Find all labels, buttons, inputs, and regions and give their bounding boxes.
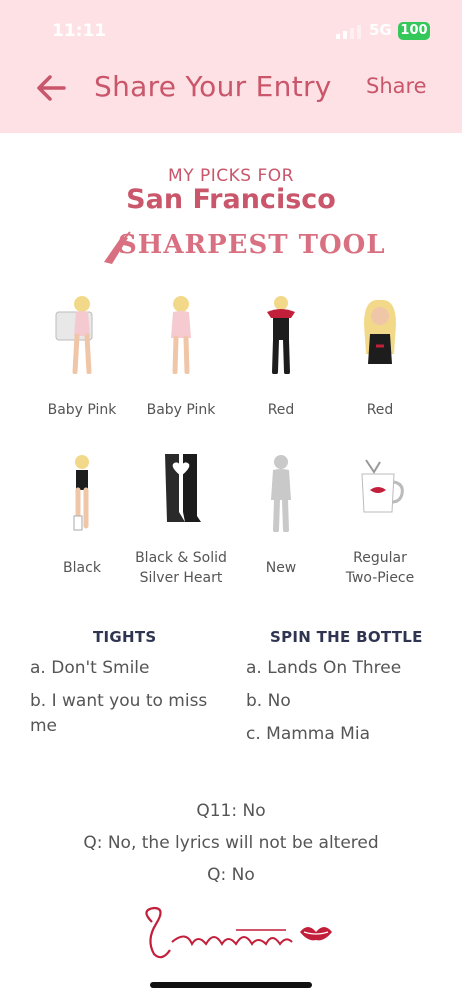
spin-the-bottle-answer: a. Lands On Three [246, 658, 402, 678]
lyrics-answer: Q: No, the lyrics will not be altered [83, 833, 379, 853]
pick-label: Black [63, 560, 101, 576]
back-arrow-icon[interactable] [34, 70, 70, 106]
battery-icon: 100 [398, 22, 430, 40]
sabrinalert-signature-logo [145, 906, 332, 959]
picks-city: San Francisco [126, 184, 336, 215]
outfit-red-image [267, 296, 295, 374]
last-answer: Q: No [207, 865, 255, 885]
home-indicator[interactable] [150, 982, 312, 988]
spin-the-bottle-answer: c. Mamma Mia [246, 724, 370, 744]
outfit-black-image [73, 455, 89, 531]
pick-label: Red [267, 402, 295, 418]
tour-logo-text: SHARPEST TOOL [118, 230, 386, 260]
tights-answer: b. I want you to miss me [30, 691, 208, 736]
tights-heading: TIGHTS [93, 628, 157, 646]
spin-the-bottle-heading: SPIN THE BOTTLE [270, 628, 423, 646]
pick-label: Black & Solid Silver Heart [135, 550, 227, 586]
outfit-mug-image [361, 459, 404, 513]
pick-label: Regular Two-Piece [345, 550, 415, 586]
q11-answer: Q11: No [196, 801, 266, 821]
outfit-new-placeholder-image [271, 455, 291, 532]
outfit-baby-pink-image [55, 296, 93, 374]
spin-the-bottle-answer: b. No [246, 691, 291, 711]
outfit-boots-image [165, 454, 201, 522]
app-header: 11:11 5G 100 Share Your Entry Share [0, 0, 462, 133]
pick-label: New [265, 560, 297, 576]
signal-icon [336, 25, 361, 39]
pick-label: Red [366, 402, 394, 418]
network-label: 5G [369, 21, 392, 39]
outfit-baby-pink-image [171, 296, 191, 374]
page-title: Share Your Entry [94, 70, 332, 103]
outfit-red-image [364, 299, 396, 364]
pick-label: Baby Pink [146, 402, 216, 418]
tights-answer: a. Don't Smile [30, 658, 150, 678]
status-time: 11:11 [52, 21, 107, 41]
status-bar: 11:11 5G 100 [0, 18, 462, 44]
share-button[interactable]: Share [366, 74, 427, 98]
pick-label: Baby Pink [47, 402, 117, 418]
picks-kicker: MY PICKS FOR [168, 166, 294, 186]
